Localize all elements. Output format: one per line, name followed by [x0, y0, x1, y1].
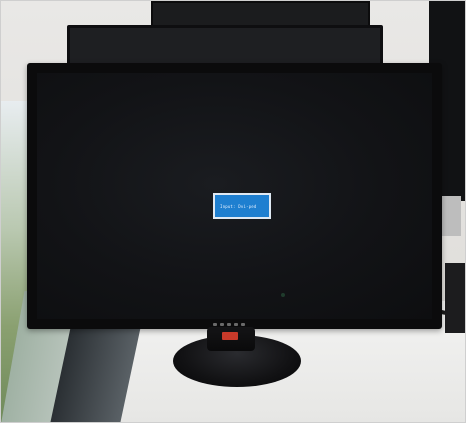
osd-message-box: Input: Dvi-ped: [213, 193, 271, 219]
monitor-neck: [207, 327, 255, 351]
osd-message-text: Input: Dvi-ped: [220, 203, 257, 209]
monitor-button[interactable]: [234, 323, 238, 326]
brand-logo: [222, 332, 238, 340]
main-monitor: Input: Dvi-ped: [27, 63, 442, 329]
right-device: [445, 263, 465, 333]
monitor-button[interactable]: [227, 323, 231, 326]
right-monitor-stand: [441, 196, 461, 236]
monitor-button[interactable]: [213, 323, 217, 326]
photo-frame: Input: Dvi-ped: [0, 0, 466, 423]
monitor-button[interactable]: [220, 323, 224, 326]
monitor-button[interactable]: [241, 323, 245, 326]
power-led: [281, 293, 285, 297]
monitor-screen: Input: Dvi-ped: [37, 73, 432, 319]
